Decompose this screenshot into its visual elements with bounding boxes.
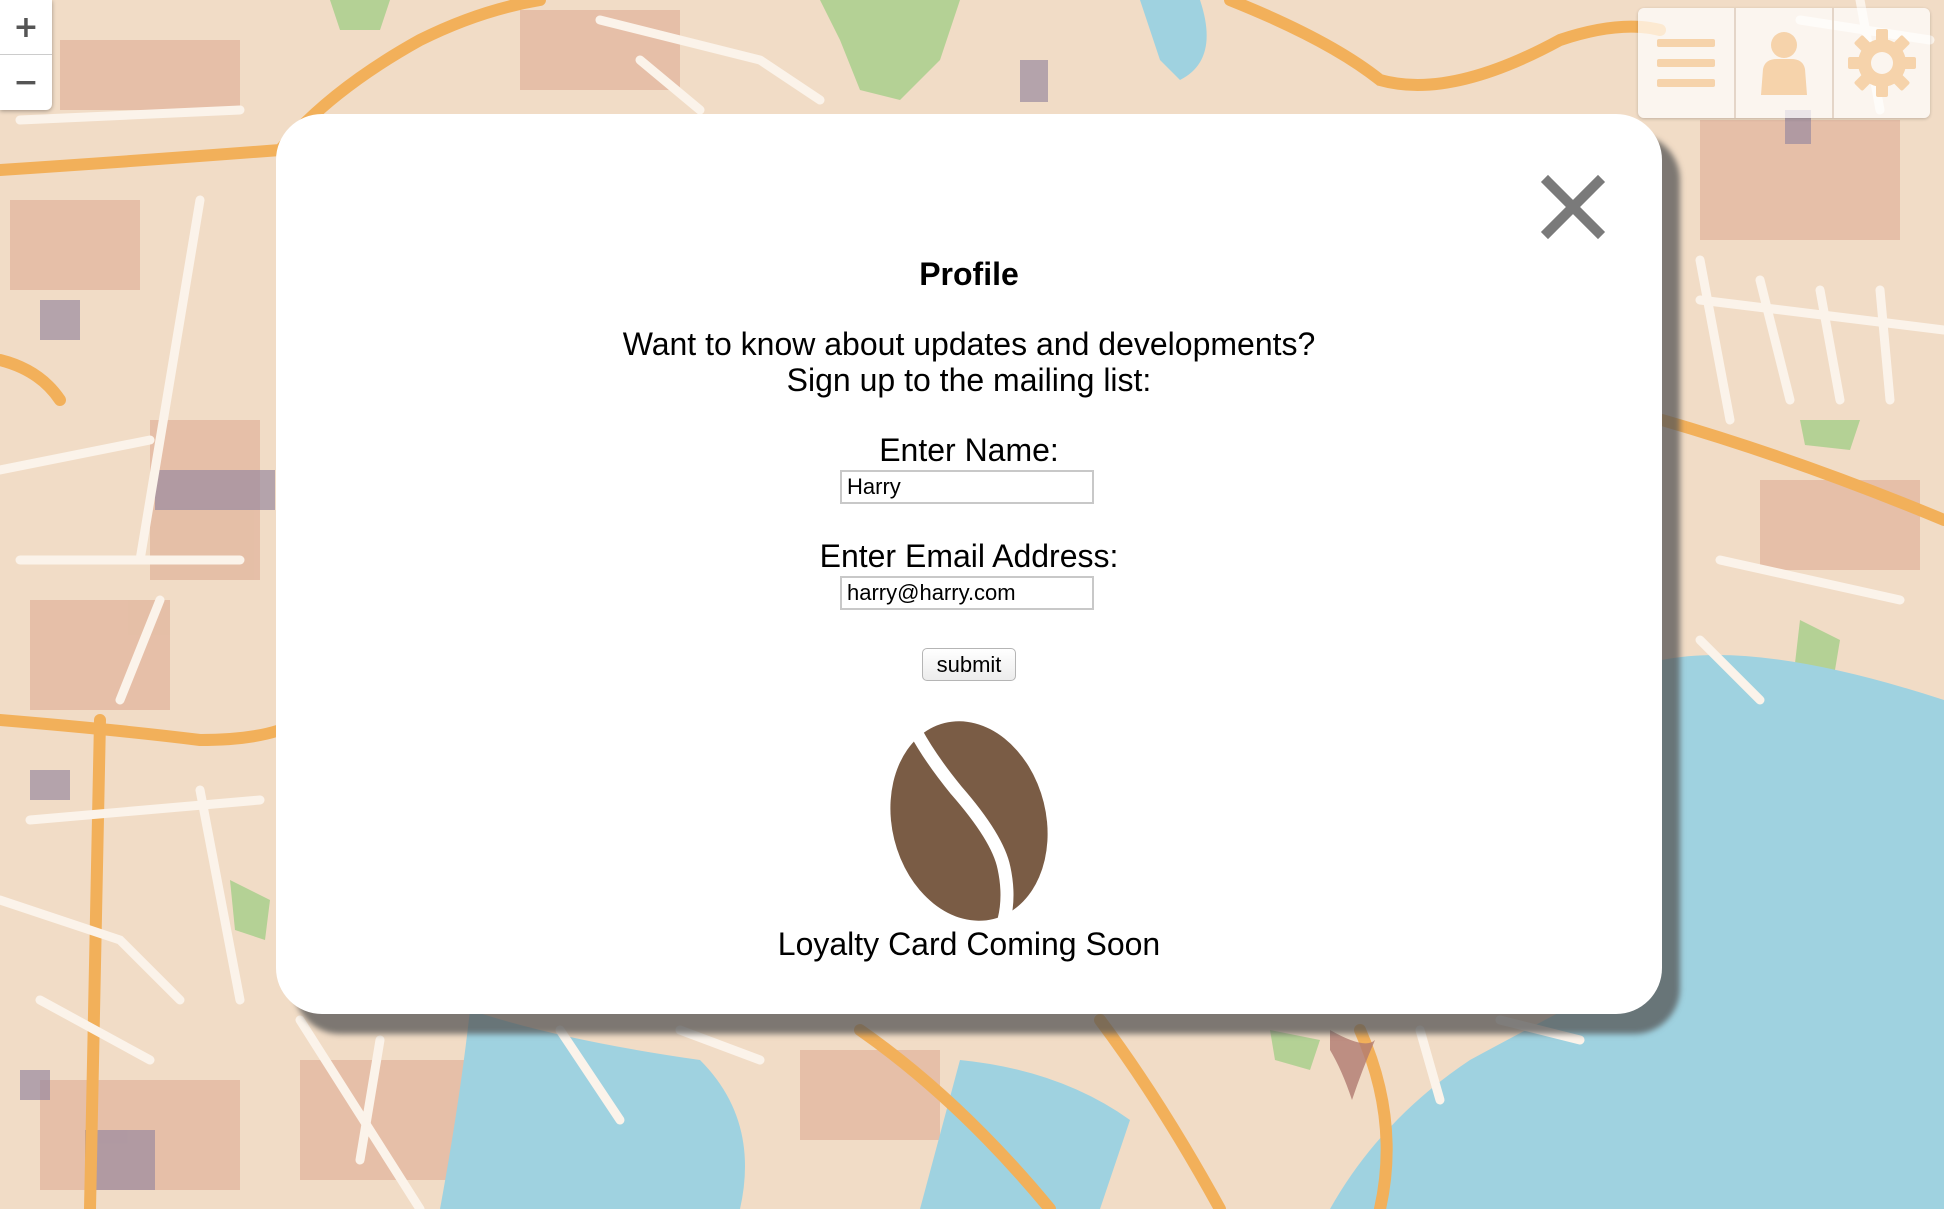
zoom-out-button[interactable]: − bbox=[0, 55, 52, 109]
user-profile-icon bbox=[1761, 32, 1807, 95]
menu-button[interactable] bbox=[1638, 8, 1736, 118]
gear-icon bbox=[1848, 29, 1916, 97]
mailing-list-intro: Want to know about updates and developme… bbox=[276, 326, 1662, 398]
name-field[interactable] bbox=[840, 470, 1094, 504]
map-app: + − Profile Want to know about updates a… bbox=[0, 0, 1944, 1209]
profile-modal: Profile Want to know about updates and d… bbox=[276, 114, 1662, 1014]
profile-button[interactable] bbox=[1736, 8, 1834, 118]
close-icon[interactable] bbox=[1538, 172, 1608, 242]
coffee-bean-icon bbox=[890, 721, 1048, 924]
hamburger-menu-icon bbox=[1657, 39, 1715, 87]
intro-line-1: Want to know about updates and developme… bbox=[622, 326, 1316, 362]
zoom-in-button[interactable]: + bbox=[0, 0, 52, 55]
name-label: Enter Name: bbox=[879, 432, 1059, 468]
settings-button[interactable] bbox=[1834, 8, 1930, 118]
modal-title: Profile bbox=[919, 256, 1019, 292]
submit-button[interactable]: submit bbox=[922, 648, 1016, 681]
loyalty-card-text: Loyalty Card Coming Soon bbox=[777, 926, 1161, 962]
zoom-control: + − bbox=[0, 0, 52, 110]
email-label: Enter Email Address: bbox=[819, 538, 1119, 574]
email-field[interactable] bbox=[840, 576, 1094, 610]
intro-line-2: Sign up to the mailing list: bbox=[786, 362, 1152, 398]
top-toolbar bbox=[1638, 8, 1930, 118]
